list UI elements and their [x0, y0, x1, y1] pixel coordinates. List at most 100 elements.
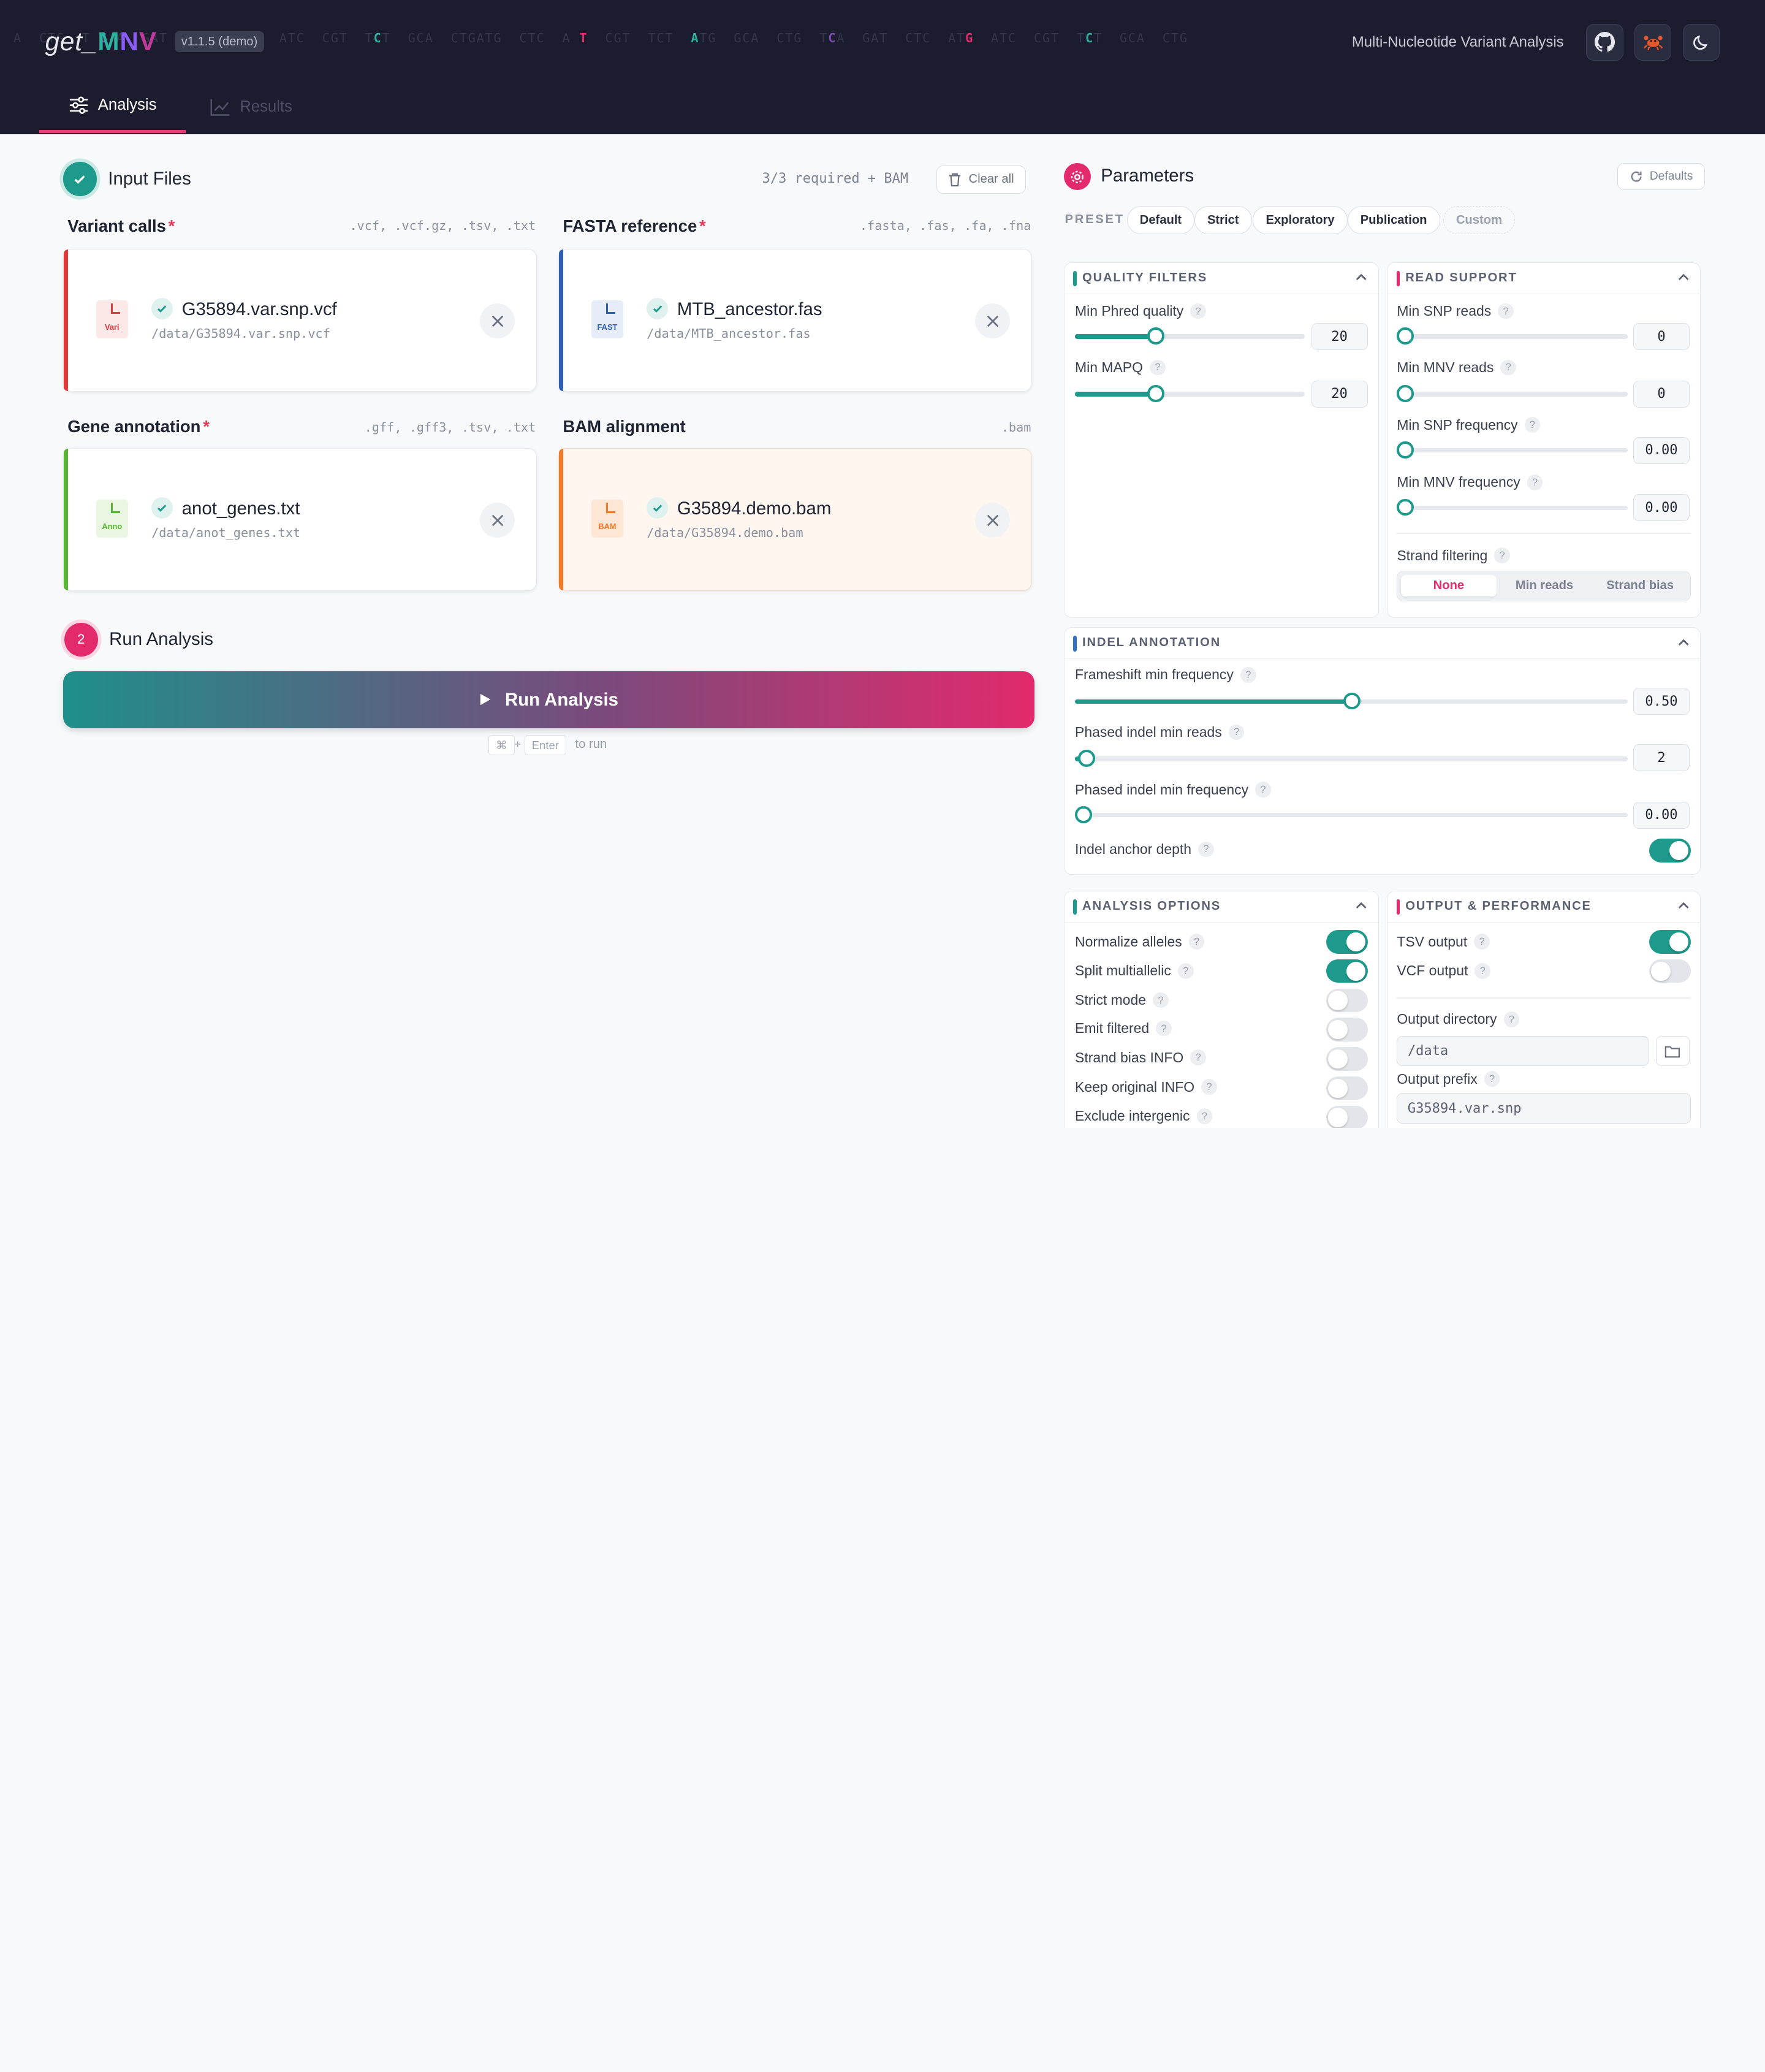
min-mapq-slider-thumb[interactable] [1147, 385, 1164, 402]
min-snp-reads-slider-thumb[interactable] [1397, 327, 1414, 345]
help-icon[interactable]: ? [1500, 359, 1517, 376]
option-label-text: Strict mode [1075, 992, 1147, 1008]
remove-file-button[interactable] [480, 503, 515, 538]
help-icon[interactable]: ? [1156, 1020, 1172, 1037]
help-icon[interactable]: ? [1524, 417, 1541, 433]
anchor-depth-toggle[interactable] [1649, 839, 1691, 863]
crab-button[interactable] [1634, 23, 1672, 61]
min-mapq-slider[interactable] [1075, 385, 1305, 402]
min-phred-slider-thumb[interactable] [1147, 327, 1164, 345]
chevron-up-icon [1356, 274, 1367, 281]
help-icon[interactable]: ? [1484, 1071, 1500, 1087]
phased-reads-input[interactable]: 2 [1633, 744, 1690, 772]
remove-file-button[interactable] [975, 303, 1011, 338]
help-icon[interactable]: ? [1198, 841, 1214, 858]
tab-results[interactable]: Results [210, 81, 292, 132]
app-logo[interactable]: get_MNV [45, 27, 157, 56]
output-performance-header[interactable]: OUTPUT & PERFORMANCE [1387, 891, 1701, 923]
strict-mode-toggle[interactable] [1326, 988, 1368, 1013]
min-snp-freq-slider-thumb[interactable] [1397, 441, 1414, 459]
min-phred-input[interactable]: 20 [1311, 323, 1368, 351]
help-icon[interactable]: ? [1190, 303, 1206, 319]
min-mnv-reads-slider-thumb[interactable] [1397, 385, 1414, 402]
run-analysis-button[interactable]: Run Analysis [63, 671, 1034, 729]
frameshift-slider-thumb[interactable] [1343, 692, 1361, 710]
theme-toggle-button[interactable] [1682, 23, 1720, 61]
quality-filters-header[interactable]: QUALITY FILTERS [1064, 263, 1378, 295]
browse-folder-button[interactable] [1655, 1035, 1690, 1067]
min-mnv-freq-slider[interactable] [1397, 498, 1628, 516]
frameshift-input[interactable]: 0.50 [1633, 688, 1690, 715]
min-snp-freq-slider[interactable] [1397, 441, 1628, 459]
min-mnv-reads-input[interactable]: 0 [1633, 380, 1690, 408]
tsv-output-toggle[interactable] [1649, 930, 1691, 954]
help-icon[interactable]: ? [1498, 303, 1514, 319]
read-support-header[interactable]: READ SUPPORT [1387, 263, 1701, 295]
help-icon[interactable]: ? [1149, 359, 1166, 376]
help-icon[interactable]: ? [1474, 934, 1490, 950]
preset-custom[interactable]: Custom [1443, 206, 1516, 235]
github-button[interactable] [1585, 23, 1623, 61]
help-icon[interactable]: ? [1527, 474, 1543, 490]
preset-label: PRESET [1065, 213, 1125, 227]
output-directory-input[interactable]: /data [1397, 1035, 1649, 1067]
min-mnv-freq-slider-thumb[interactable] [1397, 498, 1414, 516]
help-icon[interactable]: ? [1494, 547, 1510, 563]
file-icon-label: Anno [102, 522, 123, 531]
output-prefix-input[interactable]: G35894.var.snp [1397, 1093, 1691, 1124]
preset-default[interactable]: Default [1126, 206, 1195, 235]
tab-analysis[interactable]: Analysis [39, 81, 186, 133]
phased-reads-slider-thumb[interactable] [1078, 750, 1095, 767]
preset-exploratory[interactable]: Exploratory [1253, 206, 1348, 235]
phased-freq-slider[interactable] [1075, 806, 1628, 823]
help-icon[interactable]: ? [1255, 782, 1271, 798]
frameshift-label: Frameshift min frequency? [1075, 666, 1256, 683]
min-phred-slider[interactable] [1075, 327, 1305, 345]
gene-annotation-card[interactable]: Anno anot_genes.txt /data/anot_genes.txt [63, 448, 537, 592]
keep-original-info-toggle[interactable] [1326, 1076, 1368, 1100]
min-mapq-input[interactable]: 20 [1311, 380, 1368, 408]
frameshift-slider[interactable] [1075, 692, 1628, 710]
help-icon[interactable]: ? [1188, 934, 1205, 950]
clear-all-button[interactable]: Clear all [936, 165, 1026, 194]
split-multiallelic-toggle[interactable] [1326, 959, 1368, 983]
preset-publication[interactable]: Publication [1347, 206, 1440, 235]
preset-strict[interactable]: Strict [1194, 206, 1252, 235]
help-icon[interactable]: ? [1177, 963, 1194, 979]
remove-file-button[interactable] [975, 503, 1011, 538]
emit-filtered-toggle[interactable] [1326, 1018, 1368, 1042]
remove-file-button[interactable] [480, 303, 515, 338]
help-icon[interactable]: ? [1190, 1049, 1206, 1066]
fasta-card[interactable]: FAST MTB_ancestor.fas /data/MTB_ancestor… [558, 248, 1033, 392]
help-icon[interactable]: ? [1503, 1011, 1520, 1027]
strand-bias-info-toggle[interactable] [1326, 1047, 1368, 1071]
min-mnv-reads-slider[interactable] [1397, 385, 1628, 402]
phased-freq-input[interactable]: 0.00 [1633, 801, 1690, 829]
help-icon[interactable]: ? [1228, 724, 1245, 741]
normalize-alleles-toggle[interactable] [1326, 930, 1368, 954]
help-icon[interactable]: ? [1240, 666, 1256, 683]
min-mnv-freq-input[interactable]: 0.00 [1633, 494, 1690, 522]
help-icon[interactable]: ? [1475, 963, 1491, 979]
normalize-alleles-label: Normalize alleles? [1075, 934, 1205, 950]
phased-reads-slider[interactable] [1075, 750, 1628, 767]
help-icon[interactable]: ? [1201, 1079, 1217, 1095]
min-snp-reads-input[interactable]: 0 [1633, 323, 1690, 351]
bam-card[interactable]: BAM G35894.demo.bam /data/G35894.demo.ba… [558, 448, 1033, 592]
min-snp-freq-input[interactable]: 0.00 [1633, 436, 1690, 464]
help-icon[interactable]: ? [1153, 992, 1169, 1008]
help-icon[interactable]: ? [1196, 1108, 1213, 1124]
phased-freq-slider-thumb[interactable] [1075, 806, 1092, 823]
variant-calls-card[interactable]: Vari G35894.var.snp.vcf /data/G35894.var… [63, 248, 537, 392]
strand-option-none[interactable]: None [1400, 574, 1497, 596]
indel-annotation-header[interactable]: INDEL ANNOTATION [1064, 628, 1701, 660]
exclude-intergenic-toggle[interactable] [1326, 1105, 1368, 1129]
min-snp-reads-slider[interactable] [1397, 327, 1628, 345]
strand-option-min-reads[interactable]: Min reads [1497, 575, 1592, 596]
analysis-options-header[interactable]: ANALYSIS OPTIONS [1064, 891, 1378, 923]
panel-accent [1073, 899, 1077, 915]
vcf-output-toggle[interactable] [1649, 959, 1691, 983]
variant-calls-label-text: Variant calls [67, 216, 166, 235]
strand-option-strand-bias[interactable]: Strand bias [1592, 575, 1688, 596]
defaults-button[interactable]: Defaults [1617, 163, 1705, 191]
